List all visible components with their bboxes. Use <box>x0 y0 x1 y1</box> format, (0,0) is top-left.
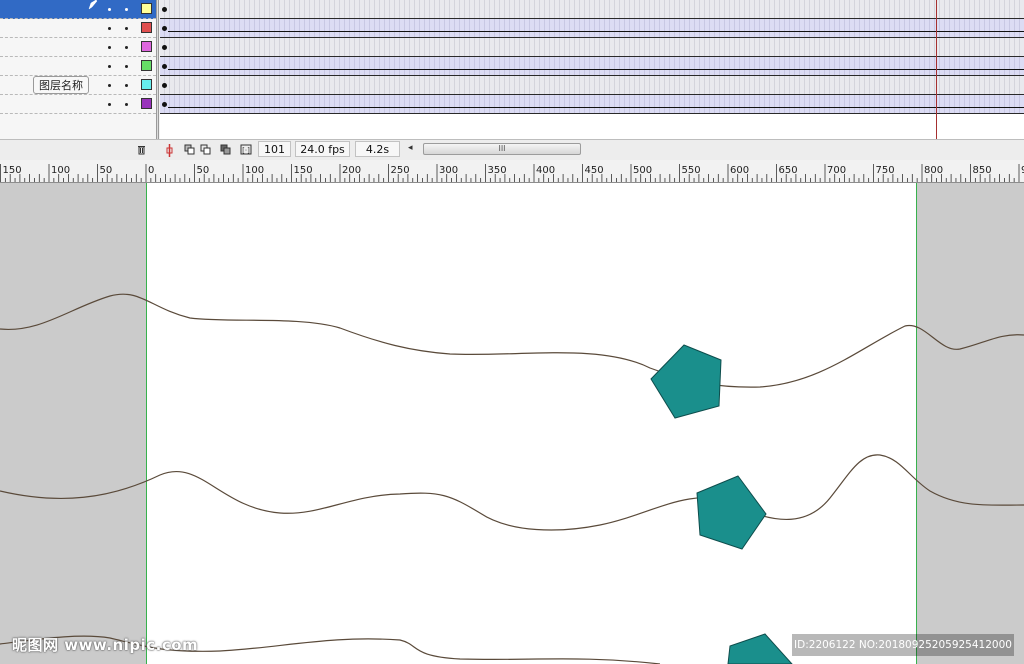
ruler-label: 800 <box>924 165 943 176</box>
tween-arrow <box>168 69 1024 70</box>
ruler-label: 100 <box>51 165 70 176</box>
ruler-label: 350 <box>488 165 507 176</box>
keyframe[interactable] <box>162 64 167 69</box>
ruler-label: 150 <box>3 165 22 176</box>
current-frame-field[interactable]: 101 <box>258 141 291 157</box>
ruler-label: 600 <box>730 165 749 176</box>
outline-color-swatch[interactable] <box>141 3 152 14</box>
svg-text:[·]: [·] <box>242 147 250 155</box>
center-frame-icon[interactable] <box>164 144 175 157</box>
lock-dot[interactable] <box>125 27 128 30</box>
trash-icon[interactable] <box>136 144 147 155</box>
ruler-label: 400 <box>536 165 555 176</box>
elapsed-time-field: 4.2s <box>355 141 400 157</box>
stage[interactable] <box>146 183 916 664</box>
edit-multiple-frames-icon[interactable] <box>220 144 231 155</box>
timeline-panel: 图层名称 [·] 101 24.0 fps 4.2s ◂ III <box>0 0 1024 160</box>
lock-dot[interactable] <box>125 65 128 68</box>
frame-row[interactable] <box>160 95 1024 114</box>
visibility-dot[interactable] <box>108 103 111 106</box>
keyframe[interactable] <box>162 45 167 50</box>
ruler-label: 50 <box>197 165 210 176</box>
ruler-label: 0 <box>148 165 154 176</box>
image-id-watermark: ID:2206122 NO:20180925205925412000 <box>792 634 1014 656</box>
outline-color-swatch[interactable] <box>141 22 152 33</box>
frame-row[interactable] <box>160 76 1024 95</box>
layer-list <box>0 0 156 139</box>
keyframe[interactable] <box>162 83 167 88</box>
site-watermark: 昵图网 www.nipic.com <box>12 636 199 654</box>
visibility-dot[interactable] <box>108 46 111 49</box>
keyframe[interactable] <box>162 26 167 31</box>
ruler-label: 50 <box>100 165 113 176</box>
outline-color-swatch[interactable] <box>141 60 152 71</box>
lock-dot[interactable] <box>125 84 128 87</box>
ruler-label: 200 <box>342 165 361 176</box>
frame-row[interactable] <box>160 0 1024 19</box>
ruler-label: 550 <box>682 165 701 176</box>
ruler-label: 850 <box>973 165 992 176</box>
timeline-splitter[interactable] <box>156 0 159 160</box>
keyframe[interactable] <box>162 102 167 107</box>
ruler-ticks: 150 100 50 0 50 100 150 200 250 300 350 400 450 500 55… <box>0 164 1024 182</box>
stage-pasteboard[interactable] <box>0 183 1024 664</box>
outline-color-swatch[interactable] <box>141 41 152 52</box>
tween-arrow <box>168 107 1024 108</box>
timeline-status-bar: [·] 101 24.0 fps 4.2s ◂ III <box>0 139 1024 160</box>
scroll-left-arrow-icon[interactable]: ◂ <box>408 143 413 153</box>
pencil-icon <box>88 0 98 10</box>
ruler-label: 450 <box>585 165 604 176</box>
layer-row-3[interactable] <box>0 38 156 57</box>
layer-row-1[interactable] <box>0 0 156 19</box>
frame-row[interactable] <box>160 38 1024 57</box>
layer-name-tooltip: 图层名称 <box>33 76 89 94</box>
timeline-scrollbar-thumb[interactable]: III <box>423 143 581 155</box>
visibility-dot[interactable] <box>108 27 111 30</box>
modify-markers-icon[interactable]: [·] <box>240 144 252 155</box>
horizontal-ruler: 150 100 50 0 50 100 150 200 250 300 350 400 450 500 55… <box>0 160 1024 183</box>
visibility-dot[interactable] <box>108 84 111 87</box>
onion-skin-icon[interactable] <box>184 144 195 155</box>
frame-row[interactable] <box>160 19 1024 38</box>
outline-color-swatch[interactable] <box>141 79 152 90</box>
onion-skin-outlines-icon[interactable] <box>200 144 211 155</box>
outline-color-swatch[interactable] <box>141 98 152 109</box>
frame-row[interactable] <box>160 57 1024 76</box>
ruler-label: 750 <box>876 165 895 176</box>
layer-row-2[interactable] <box>0 19 156 38</box>
ruler-label: 500 <box>633 165 652 176</box>
lock-dot[interactable] <box>125 46 128 49</box>
visibility-dot[interactable] <box>108 8 111 11</box>
layer-row-4[interactable] <box>0 57 156 76</box>
frame-grid[interactable] <box>160 0 1024 139</box>
ruler-label: 150 <box>294 165 313 176</box>
ruler-label: 700 <box>827 165 846 176</box>
ruler-label: 100 <box>245 165 264 176</box>
ruler-label: 300 <box>439 165 458 176</box>
lock-dot[interactable] <box>125 103 128 106</box>
stage-canvas[interactable] <box>0 183 1024 664</box>
keyframe[interactable] <box>162 7 167 12</box>
ruler-label: 250 <box>391 165 410 176</box>
lock-dot[interactable] <box>125 8 128 11</box>
playhead[interactable] <box>936 0 937 139</box>
layer-row-6[interactable] <box>0 95 156 114</box>
frame-rate-field[interactable]: 24.0 fps <box>295 141 350 157</box>
visibility-dot[interactable] <box>108 65 111 68</box>
tween-arrow <box>168 31 1024 32</box>
ruler-label: 650 <box>779 165 798 176</box>
